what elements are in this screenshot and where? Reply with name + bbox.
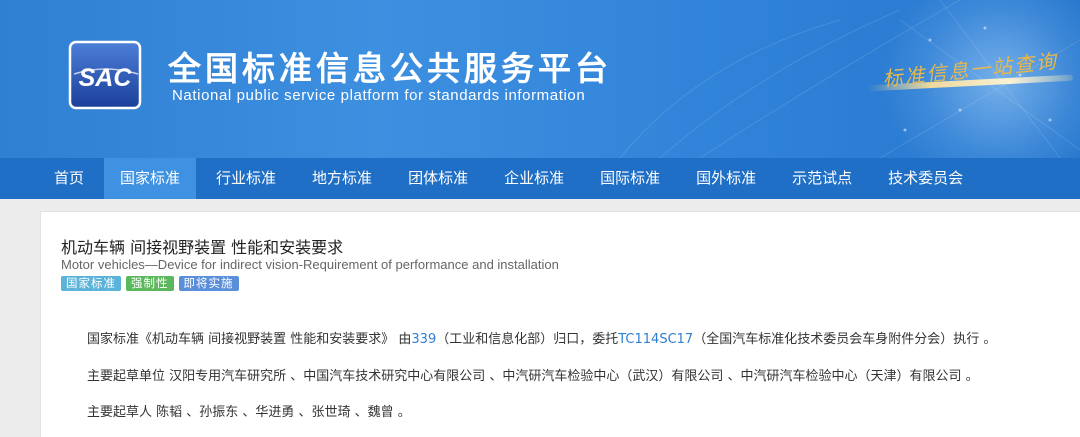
site-title: 全国标准信息公共服务平台: [168, 49, 612, 88]
nav-item-foreign-standards[interactable]: 国外标准: [680, 158, 772, 199]
standard-badges: 国家标准 强制性 即将实施: [61, 276, 239, 291]
link-authority-339[interactable]: 339: [411, 332, 436, 347]
desc-text-3: （全国汽车标准化技术委员会车身附件分会）执行 。: [693, 332, 997, 347]
nav-item-national-standards[interactable]: 国家标准: [104, 158, 197, 199]
standard-title-en: Motor vehicles—Device for indirect visio…: [61, 257, 559, 272]
nav-item-technical-committee[interactable]: 技术委员会: [872, 158, 979, 199]
main-nav: 首页 国家标准 行业标准 地方标准 团体标准 企业标准 国际标准 国外标准 示范…: [0, 158, 1080, 199]
nav-item-enterprise-standards[interactable]: 企业标准: [488, 158, 580, 199]
nav-item-international-standards[interactable]: 国际标准: [584, 158, 676, 199]
badge-upcoming: 即将实施: [178, 276, 239, 291]
nav-item-group-standards[interactable]: 团体标准: [392, 158, 484, 199]
nav-item-pilot-demo[interactable]: 示范试点: [776, 158, 868, 199]
standard-description: 国家标准《机动车辆 间接视野装置 性能和安装要求》 由339（工业和信息化部）归…: [87, 328, 996, 347]
desc-text-2: （工业和信息化部）归口，委托: [436, 332, 619, 347]
standard-detail-card: 机动车辆 间接视野装置 性能和安装要求 Motor vehicles—Devic…: [40, 211, 1080, 437]
nav-item-local-standards[interactable]: 地方标准: [296, 158, 388, 199]
nav-item-industry-standards[interactable]: 行业标准: [200, 158, 292, 199]
desc-text-1: 国家标准《机动车辆 间接视野装置 性能和安装要求》 由: [87, 332, 412, 347]
nav-item-home[interactable]: 首页: [38, 158, 100, 199]
drafting-units: 主要起草单位 汉阳专用汽车研究所 、中国汽车技术研究中心有限公司 、中汽研汽车检…: [87, 369, 979, 384]
standard-title: 机动车辆 间接视野装置 性能和安装要求: [61, 238, 344, 257]
site-subtitle: National public service platform for sta…: [172, 87, 586, 104]
svg-text:SAC: SAC: [79, 64, 133, 92]
sac-logo[interactable]: SAC: [68, 40, 142, 110]
link-committee-tc114sc17[interactable]: TC114SC17: [618, 332, 693, 347]
badge-mandatory: 强制性: [126, 276, 174, 291]
badge-national-standard: 国家标准: [61, 276, 121, 291]
header-banner: SAC 全国标准信息公共服务平台 National public service…: [0, 0, 1080, 158]
drafters: 主要起草人 陈韬 、孙振东 、华进勇 、张世琦 、魏曾 。: [87, 405, 411, 420]
